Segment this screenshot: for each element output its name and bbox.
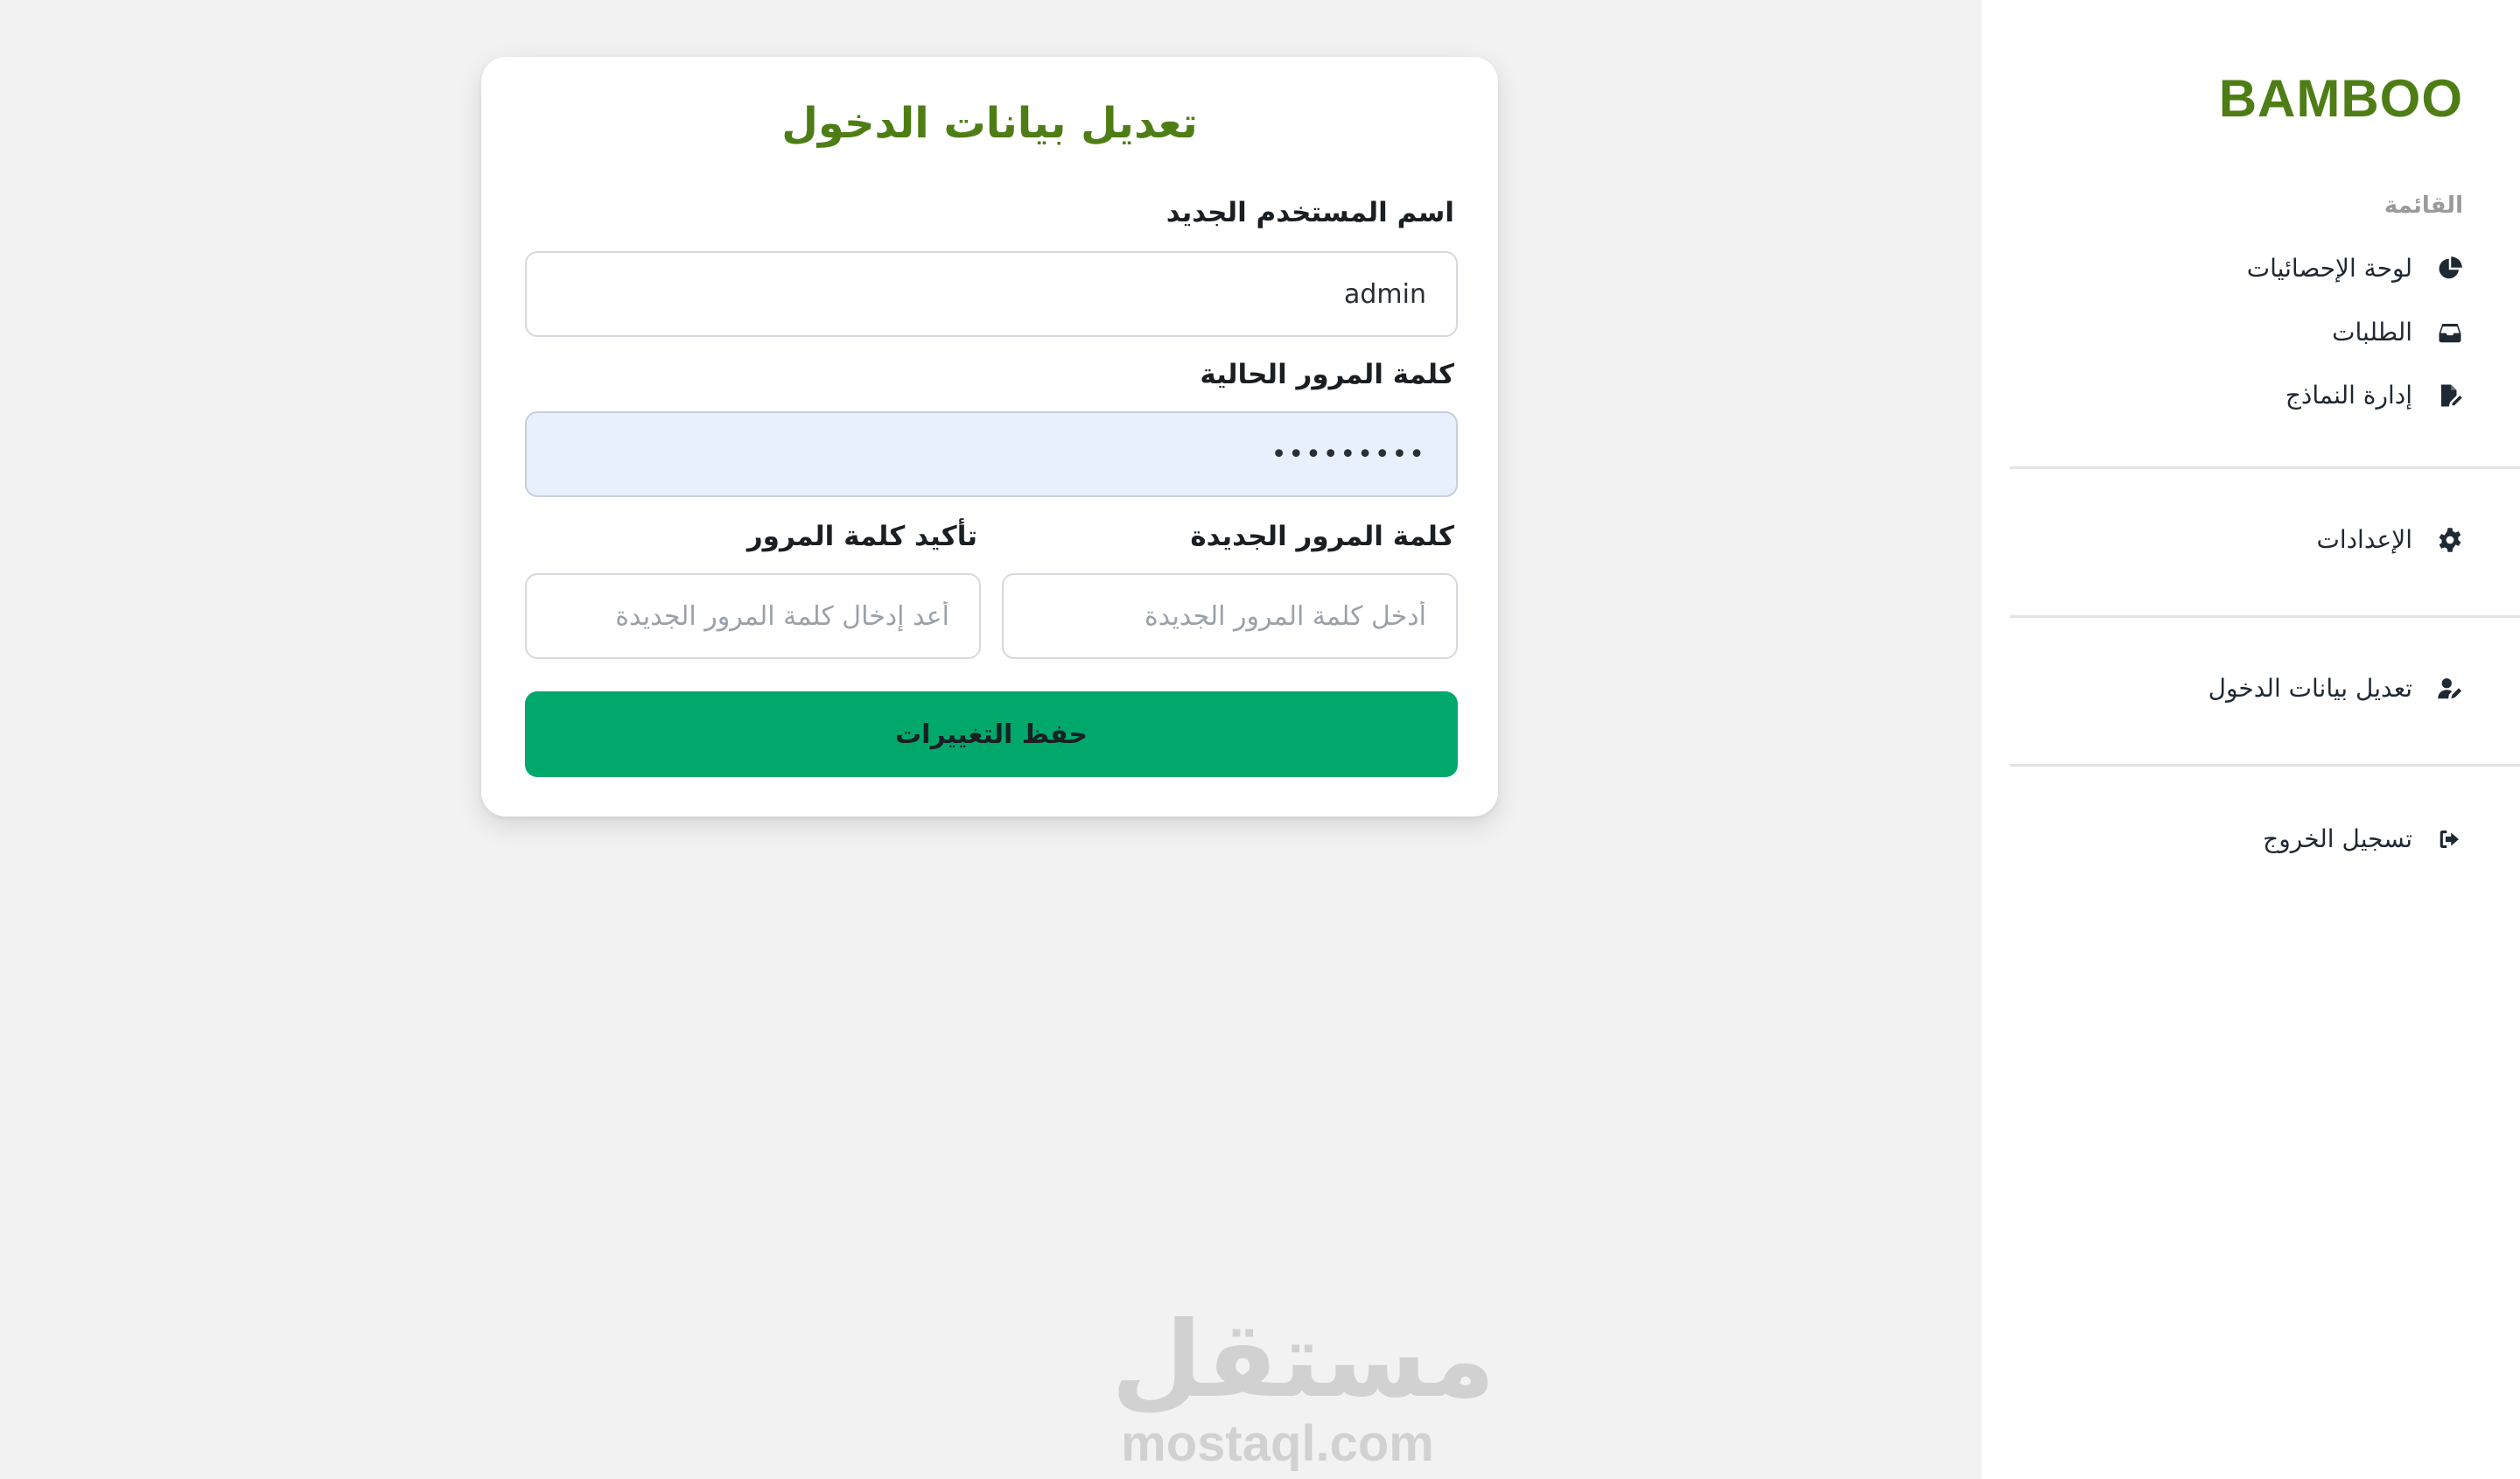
file-edit-icon bbox=[2437, 382, 2463, 409]
sidebar-divider bbox=[2010, 615, 2520, 618]
pie-chart-icon bbox=[2437, 256, 2463, 282]
sidebar: BAMBOO القائمة لوحة الإحصائيات الطلبات إ… bbox=[1982, 0, 2520, 1479]
username-input[interactable] bbox=[525, 251, 1458, 337]
sidebar-item-orders[interactable]: الطلبات bbox=[2332, 318, 2463, 347]
inbox-icon bbox=[2437, 319, 2463, 346]
menu-heading: القائمة bbox=[2384, 193, 2463, 219]
sidebar-item-label: تسجيل الخروج bbox=[2263, 824, 2412, 853]
watermark: مستقل mostaql.com bbox=[1111, 1300, 1495, 1472]
current-password-input[interactable] bbox=[525, 411, 1458, 497]
sidebar-item-forms[interactable]: إدارة النماذج bbox=[2286, 381, 2463, 410]
sidebar-divider bbox=[2010, 466, 2520, 469]
sidebar-item-label: الإعدادات bbox=[2316, 525, 2412, 554]
sidebar-item-settings[interactable]: الإعدادات bbox=[2316, 525, 2463, 554]
watermark-arabic: مستقل bbox=[1111, 1300, 1495, 1421]
confirm-password-input[interactable] bbox=[525, 573, 981, 659]
confirm-password-label: تأكيد كلمة المرور bbox=[746, 521, 977, 552]
gear-icon bbox=[2437, 527, 2463, 553]
username-label: اسم المستخدم الجديد bbox=[1166, 197, 1454, 228]
new-password-label: كلمة المرور الجديدة bbox=[1190, 521, 1454, 552]
sidebar-item-dashboard[interactable]: لوحة الإحصائيات bbox=[2247, 254, 2463, 283]
current-password-label: كلمة المرور الحالية bbox=[1200, 359, 1454, 390]
sidebar-item-label: إدارة النماذج bbox=[2285, 381, 2412, 410]
sidebar-item-label: لوحة الإحصائيات bbox=[2246, 254, 2412, 283]
logout-icon bbox=[2437, 826, 2463, 852]
sidebar-item-label: الطلبات bbox=[2332, 318, 2412, 347]
sidebar-divider bbox=[2010, 764, 2520, 767]
new-password-input[interactable] bbox=[1002, 573, 1458, 659]
sidebar-item-label: تعديل بيانات الدخول bbox=[2208, 674, 2412, 703]
watermark-latin: mostaql.com bbox=[1121, 1415, 1434, 1472]
sidebar-item-logout[interactable]: تسجيل الخروج bbox=[2263, 824, 2463, 853]
sidebar-item-edit-login[interactable]: تعديل بيانات الدخول bbox=[2208, 674, 2463, 703]
page-title: تعديل بيانات الدخول bbox=[781, 99, 1198, 148]
brand-logo: BAMBOO bbox=[2218, 69, 2463, 128]
user-edit-icon bbox=[2437, 676, 2463, 702]
login-settings-card: تعديل بيانات الدخول اسم المستخدم الجديد … bbox=[481, 57, 1498, 817]
save-changes-button[interactable]: حفظ التغييرات bbox=[525, 691, 1458, 777]
